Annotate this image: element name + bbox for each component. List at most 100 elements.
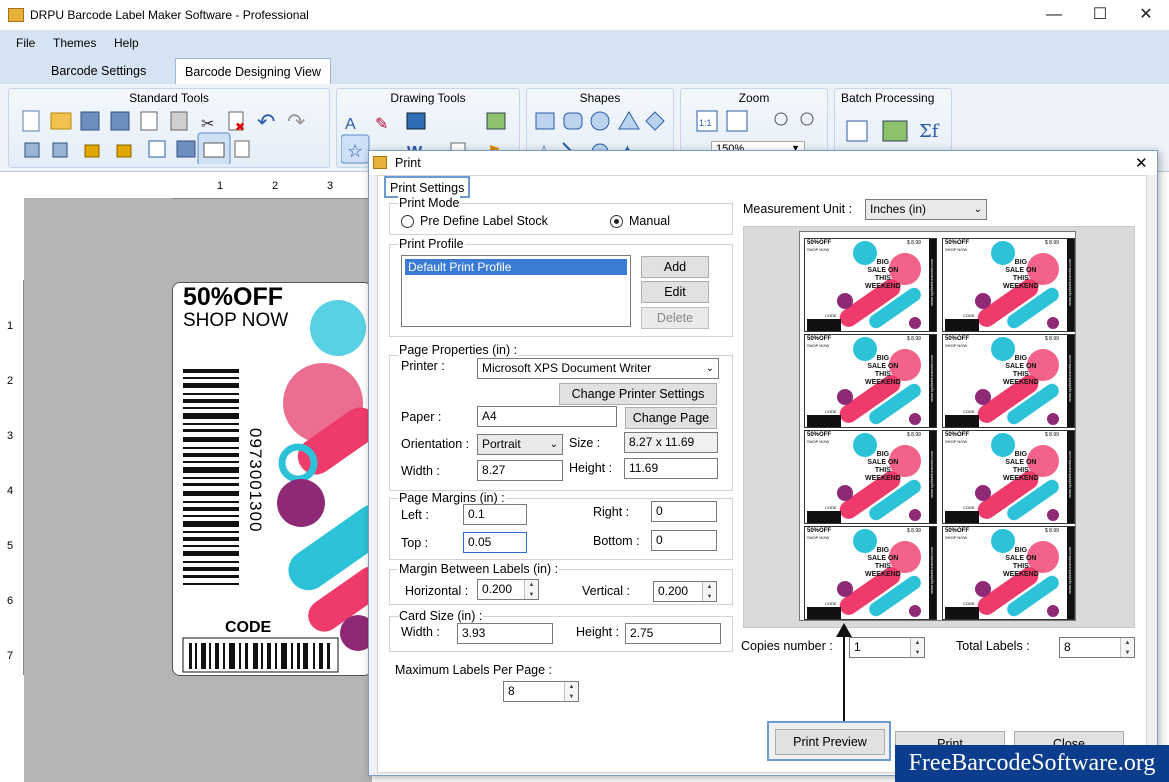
size-label: Size : bbox=[569, 436, 601, 450]
ruler-tick: 3 bbox=[7, 430, 14, 442]
page-margins-legend: Page Margins (in) : bbox=[398, 491, 506, 505]
copies-spin[interactable]: 1 ▲ ▼ bbox=[849, 637, 925, 658]
label-design[interactable]: 50%OFF SHOP NOW 0973001300 CODE bbox=[172, 282, 372, 676]
minimize-icon[interactable]: — bbox=[1031, 0, 1077, 30]
total-labels-value: 8 bbox=[1064, 640, 1071, 654]
arrow-indicator bbox=[836, 623, 852, 723]
mini-headline: 50%OFF bbox=[807, 528, 832, 534]
svg-text:A: A bbox=[345, 116, 356, 133]
mini-subline: SHOP NOW bbox=[807, 535, 830, 540]
spinner-arrows-icon[interactable]: ▲ ▼ bbox=[910, 638, 924, 657]
window-title: DRPU Barcode Label Maker Software - Prof… bbox=[30, 8, 309, 22]
svg-text:1:1: 1:1 bbox=[699, 118, 712, 128]
ruler-tick: 4 bbox=[7, 485, 14, 497]
width-label: Width : bbox=[401, 464, 440, 478]
max-labels-spin[interactable]: 8 ▲ ▼ bbox=[503, 681, 579, 702]
label-number: 0973001300 bbox=[246, 428, 265, 533]
radio-predefine[interactable] bbox=[401, 215, 414, 228]
mini-code: CODE bbox=[825, 409, 837, 414]
mini-headline: 50%OFF bbox=[807, 240, 832, 246]
mini-headline: 50%OFF bbox=[945, 432, 970, 438]
menu-file[interactable]: File bbox=[16, 36, 35, 50]
spinner-arrows-icon[interactable]: ▲ ▼ bbox=[702, 582, 716, 601]
measurement-label: Measurement Unit : bbox=[743, 202, 853, 216]
paper-input[interactable]: A4 bbox=[477, 406, 617, 427]
profile-list[interactable]: Default Print Profile bbox=[401, 255, 631, 327]
print-profile-legend: Print Profile bbox=[398, 237, 465, 251]
zoom-icons: 1:1 bbox=[696, 110, 814, 132]
svg-text:↷: ↷ bbox=[287, 109, 305, 134]
maximize-icon[interactable]: ☐ bbox=[1077, 0, 1123, 30]
margin-right-label: Right : bbox=[593, 505, 630, 519]
measurement-select[interactable]: Inches (in) ⌄ bbox=[865, 199, 987, 220]
mini-headline: 50%OFF bbox=[945, 240, 970, 246]
profile-list-item[interactable]: Default Print Profile bbox=[405, 259, 627, 275]
printer-select[interactable]: Microsoft XPS Document Writer ⌄ bbox=[477, 358, 719, 379]
ruler-tick: 1 bbox=[217, 180, 224, 192]
spinner-arrows-icon[interactable]: ▲ ▼ bbox=[524, 580, 538, 599]
horizontal-spin[interactable]: 0.200 ▲ ▼ bbox=[477, 579, 539, 600]
mini-subline: SHOP NOW bbox=[807, 247, 830, 252]
printer-icon bbox=[373, 156, 387, 169]
tab-barcode-designing-view[interactable]: Barcode Designing View bbox=[175, 58, 331, 84]
close-icon[interactable]: ✕ bbox=[1123, 0, 1169, 30]
size-input[interactable]: 8.27 x 11.69 bbox=[624, 432, 718, 453]
height-label: Height : bbox=[569, 461, 613, 475]
delete-button[interactable]: Delete bbox=[641, 307, 709, 329]
title-bar: DRPU Barcode Label Maker Software - Prof… bbox=[0, 0, 1169, 31]
page-height-input[interactable]: 11.69 bbox=[624, 458, 718, 479]
label-headline: 50%OFF bbox=[183, 283, 284, 311]
radio-manual[interactable] bbox=[610, 215, 623, 228]
menu-themes[interactable]: Themes bbox=[53, 36, 96, 50]
preview-label-thumbnail: 50%OFF SHOP NOW $ 8.99 BIG SALE ON THIS WEEKEN… bbox=[942, 334, 1075, 428]
mini-subline: SHOP NOW bbox=[945, 535, 968, 540]
mini-url: www.xyzfashionworld.com bbox=[1067, 547, 1072, 594]
card-width-label: Width : bbox=[401, 625, 440, 639]
mini-price: $ 8.99 bbox=[907, 432, 921, 438]
margin-top-input[interactable]: 0.05 bbox=[463, 532, 527, 553]
print-mode-legend: Print Mode bbox=[398, 196, 461, 210]
margin-right-input[interactable]: 0 bbox=[651, 501, 717, 522]
page-properties-legend: Page Properties (in) : bbox=[398, 343, 519, 357]
orientation-select[interactable]: Portrait ⌄ bbox=[477, 434, 563, 455]
card-width-input[interactable]: 3.93 bbox=[457, 623, 553, 644]
edit-button[interactable]: Edit bbox=[641, 281, 709, 303]
vertical-spin[interactable]: 0.200 ▲ ▼ bbox=[653, 581, 717, 602]
dialog-close-icon[interactable]: ✕ bbox=[1135, 154, 1148, 172]
mini-code: CODE bbox=[825, 505, 837, 510]
mini-url: www.xyzfashionworld.com bbox=[1067, 259, 1072, 306]
change-printer-settings-button[interactable]: Change Printer Settings bbox=[559, 383, 717, 405]
mini-url: www.xyzfashionworld.com bbox=[929, 355, 934, 402]
tab-barcode-settings[interactable]: Barcode Settings bbox=[42, 58, 155, 84]
mini-headline: 50%OFF bbox=[945, 336, 970, 342]
chevron-down-icon: ⌄ bbox=[549, 439, 558, 450]
margin-bottom-input[interactable]: 0 bbox=[651, 530, 717, 551]
menu-help[interactable]: Help bbox=[114, 36, 139, 50]
mini-sale-text: BIG SALE ON THIS WEEKEND bbox=[1003, 547, 1039, 578]
standard-tools-icons: ✂ ✖ ↶ ↷ bbox=[22, 109, 305, 164]
mini-code: CODE bbox=[963, 409, 975, 414]
tab-print-settings[interactable]: Print Settings bbox=[384, 176, 471, 198]
preview-label-thumbnail: 50%OFF SHOP NOW $ 8.99 BIG SALE ON THIS WEEKEN… bbox=[942, 526, 1075, 620]
total-labels-spin[interactable]: 8 ▲ ▼ bbox=[1059, 637, 1135, 658]
ruler-tick: 2 bbox=[7, 375, 14, 387]
mini-price: $ 8.99 bbox=[907, 336, 921, 342]
print-dialog: Print ✕ Print Settings Print Mode Pre De… bbox=[368, 150, 1158, 776]
page-width-input[interactable]: 8.27 bbox=[477, 460, 563, 481]
total-labels-label: Total Labels : bbox=[956, 639, 1030, 653]
change-page-button[interactable]: Change Page bbox=[625, 407, 717, 429]
print-preview-button[interactable]: Print Preview bbox=[775, 729, 885, 755]
card-height-input[interactable]: 2.75 bbox=[625, 623, 721, 644]
add-button[interactable]: Add bbox=[641, 256, 709, 278]
preview-label-thumbnail: 50%OFF SHOP NOW $ 8.99 BIG SALE ON THIS WEEKEN… bbox=[804, 526, 937, 620]
radio-manual-label: Manual bbox=[629, 214, 670, 228]
svg-text:✖: ✖ bbox=[235, 120, 245, 134]
group-label: Zoom bbox=[738, 91, 770, 105]
spinner-arrows-icon[interactable]: ▲ ▼ bbox=[1120, 638, 1134, 657]
mini-url: www.xyzfashionworld.com bbox=[929, 451, 934, 498]
card-height-label: Height : bbox=[576, 625, 620, 639]
spinner-arrows-icon[interactable]: ▲ ▼ bbox=[564, 682, 578, 701]
margin-left-input[interactable]: 0.1 bbox=[463, 504, 527, 525]
dialog-title-bar: Print ✕ bbox=[369, 151, 1157, 175]
preview-label-thumbnail: 50%OFF SHOP NOW $ 8.99 BIG SALE ON THIS WEEKEN… bbox=[804, 238, 937, 332]
